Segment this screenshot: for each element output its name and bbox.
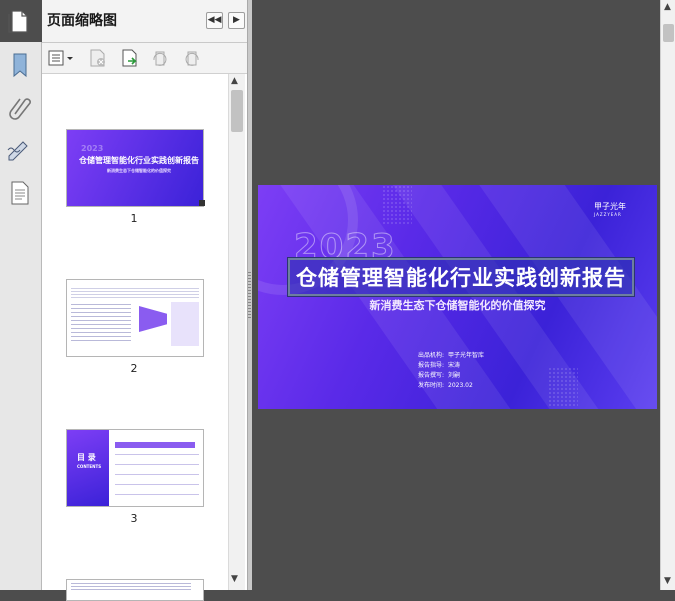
page-number: 2 [130,362,138,375]
signature-icon[interactable] [6,138,32,162]
brand-logo: 甲子光年 JAZZYEAR [594,201,626,217]
thumb-text-block [71,304,131,344]
slide-title[interactable]: 仓储管理智能化行业实践创新报告 [287,257,635,297]
scrollbar-thumb[interactable] [231,90,243,132]
bookmark-icon[interactable] [8,52,32,78]
thumb-toc-header [115,442,195,448]
logo-text: 甲子光年 [594,202,626,211]
thumb-side-panel [171,302,199,346]
scroll-up-icon[interactable]: ▲ [664,2,671,12]
page-thumbnail-2[interactable] [66,279,204,357]
thumbnail-list[interactable]: 2023 仓储管理智能化行业实践创新报告 新消费生态下仓储智能化的价值探究 1 … [42,74,227,601]
rotate-ccw-icon[interactable] [150,48,170,68]
slide-dot-grid [382,185,412,225]
thumb-toc-label: 目 录 [77,453,96,462]
thumb-content-lines [71,288,199,298]
page-thumbnail-4[interactable] [66,579,204,601]
slide-dot-grid [548,367,578,407]
panel-header: 页面缩略图 ◀◀ ▶ [42,0,247,43]
delete-page-icon[interactable] [88,48,108,68]
meta-value: 刘嗣 [448,372,461,379]
meta-key: 发布时间: [418,382,445,389]
logo-subtext: JAZZYEAR [594,212,622,217]
thumb-toc-sub: CONTENTS [77,464,102,469]
attachment-icon[interactable] [8,94,32,120]
meta-row: 报告指导: 宋涛 [418,360,460,369]
meta-key: 报告撰写: [418,372,445,379]
rotate-cw-icon[interactable] [182,48,202,68]
panel-toolbar [42,43,247,74]
scrollbar-thumb[interactable] [663,24,674,42]
page-icon[interactable] [8,180,32,206]
document-scrollbar[interactable]: ▲ ▼ [660,0,675,590]
meta-value: 甲子光年智库 [448,352,485,359]
meta-row: 发布时间: 2023.02 [418,380,473,389]
thumb-chart-shape [139,306,167,332]
meta-key: 报告指导: [418,362,445,369]
options-icon[interactable] [47,48,75,68]
thumb-year: 2023 [81,144,104,153]
page-thumbnails-panel: 页面缩略图 ◀◀ ▶ 2023 仓储管理智能化行业实践创新报告 新消费生态下仓储… [42,0,247,601]
thumb-subtitle: 新消费生态下仓储智能化的价值探究 [107,168,171,173]
meta-row: 出品机构: 甲子光年智库 [418,350,484,359]
page-number: 3 [130,512,138,525]
scroll-up-icon[interactable]: ▲ [231,76,238,86]
meta-value: 宋涛 [448,362,461,369]
meta-row: 报告撰写: 刘嗣 [418,370,460,379]
scroll-down-icon[interactable]: ▼ [664,576,671,586]
thumb-title: 仓储管理智能化行业实践创新报告 [79,156,199,165]
page-number: 1 [130,212,138,225]
document-icon[interactable] [7,8,29,34]
page-thumbnail-3[interactable]: 目 录 CONTENTS [66,429,204,507]
current-page-marker [199,200,205,206]
meta-key: 出品机构: [418,352,445,359]
scroll-down-icon[interactable]: ▼ [231,574,238,584]
slide-subtitle: 新消费生态下仓储智能化的价值探究 [369,299,546,312]
navigation-strip [0,42,42,590]
meta-value: 2023.02 [448,382,473,389]
thumb-toc-lines [115,454,199,500]
panel-title: 页面缩略图 [47,13,117,29]
page-thumbnail-1[interactable]: 2023 仓储管理智能化行业实践创新报告 新消费生态下仓储智能化的价值探究 [66,129,204,207]
collapse-left-icon[interactable]: ◀◀ [206,12,223,29]
slide-page: 甲子光年 JAZZYEAR 2023 仓储管理智能化行业实践创新报告 新消费生态… [258,185,657,409]
expand-right-icon[interactable]: ▶ [228,12,245,29]
splitter-grip [248,272,251,320]
panel-splitter[interactable] [247,0,252,590]
thumbnail-scrollbar[interactable]: ▲ ▼ [228,74,245,590]
insert-page-icon[interactable] [120,48,140,68]
